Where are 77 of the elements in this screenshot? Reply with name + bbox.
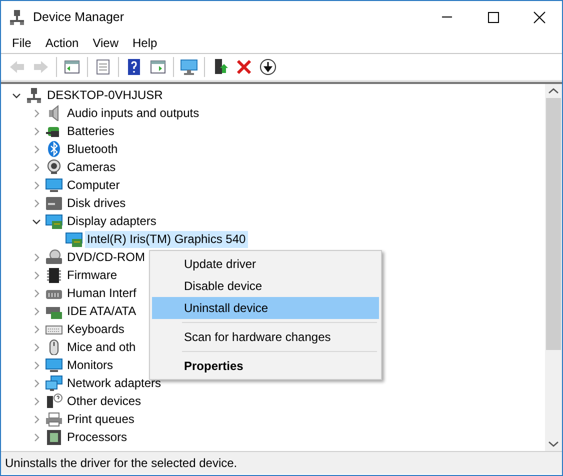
context-menu-item[interactable]: Properties xyxy=(152,355,379,377)
bluetooth-icon xyxy=(45,141,63,157)
computer-tree-icon xyxy=(25,87,43,103)
tree-item[interactable]: Display adapters xyxy=(65,212,158,230)
expand-caret-icon[interactable] xyxy=(32,198,40,208)
menu-item[interactable]: File xyxy=(5,33,38,53)
tree-item[interactable]: DVD/CD-ROM xyxy=(65,248,147,266)
menu-item[interactable]: Help xyxy=(126,33,164,53)
forward-icon xyxy=(32,58,50,76)
collapse-caret-icon[interactable] xyxy=(32,216,40,226)
tree-item[interactable]: Batteries xyxy=(65,122,116,140)
scan-monitor-icon xyxy=(180,58,198,76)
properties-icon xyxy=(94,58,112,76)
disk-drive-icon xyxy=(45,195,63,211)
tree-item[interactable]: Human Interf xyxy=(65,284,138,302)
expand-caret-icon[interactable] xyxy=(32,108,40,118)
computer-tree-icon xyxy=(9,9,25,25)
network-icon xyxy=(45,375,63,391)
tree-item[interactable]: Monitors xyxy=(65,356,116,374)
tree-item[interactable]: Keyboards xyxy=(65,320,126,338)
tree-item[interactable]: Bluetooth xyxy=(65,140,120,158)
expand-caret-icon[interactable] xyxy=(32,270,40,280)
expand-caret-icon[interactable] xyxy=(32,180,40,190)
tree-item[interactable]: Intel(R) Iris(TM) Graphics 540 xyxy=(85,230,248,248)
close-icon xyxy=(532,10,546,24)
expand-caret-icon[interactable] xyxy=(32,288,40,298)
tree-item[interactable]: Cameras xyxy=(65,158,118,176)
expand-caret-icon[interactable] xyxy=(32,324,40,334)
tree-item[interactable]: Network adapters xyxy=(65,374,164,392)
tree-item[interactable]: DESKTOP-0VHJUSR xyxy=(45,86,165,104)
action-pane-icon xyxy=(149,58,167,76)
tree-item[interactable]: Firmware xyxy=(65,266,119,284)
help-icon xyxy=(125,58,143,76)
menu-item[interactable]: Action xyxy=(38,33,86,53)
optical-drive-icon xyxy=(45,249,63,265)
tree-item[interactable]: Print queues xyxy=(65,410,136,428)
expand-caret-icon[interactable] xyxy=(32,432,40,442)
tree-item[interactable]: Computer xyxy=(65,176,122,194)
expand-caret-icon[interactable] xyxy=(32,306,40,316)
unknown-device-icon xyxy=(45,393,63,409)
monitor-icon xyxy=(45,357,63,373)
scrollbar-thumb[interactable] xyxy=(546,98,561,350)
monitor-icon xyxy=(45,177,63,193)
expand-caret-icon[interactable] xyxy=(32,342,40,352)
context-menu-item[interactable]: Disable device xyxy=(152,275,379,297)
tree-item[interactable]: Disk drives xyxy=(65,194,128,212)
printer-icon xyxy=(45,411,63,427)
back-icon xyxy=(8,58,26,76)
expand-caret-icon[interactable] xyxy=(32,162,40,172)
uninstall-icon xyxy=(235,58,253,76)
display-adapter-icon xyxy=(45,213,63,229)
window-title: Device Manager xyxy=(33,8,126,26)
maximize-icon xyxy=(486,10,500,24)
tree-item[interactable]: Other devices xyxy=(65,392,144,410)
expand-caret-icon[interactable] xyxy=(32,144,40,154)
collapse-caret-icon[interactable] xyxy=(12,90,20,100)
expand-caret-icon[interactable] xyxy=(32,252,40,262)
expand-caret-icon[interactable] xyxy=(32,126,40,136)
context-menu-item[interactable]: Scan for hardware changes xyxy=(152,326,379,348)
context-menu-item[interactable]: Uninstall device xyxy=(152,297,379,319)
console-tree-icon xyxy=(63,58,81,76)
context-menu-item[interactable]: Update driver xyxy=(152,253,379,275)
status-bar: Uninstalls the driver for the selected device. xyxy=(1,451,562,474)
expand-caret-icon[interactable] xyxy=(32,360,40,370)
tree-item[interactable]: Mice and oth xyxy=(65,338,138,356)
tree-item[interactable]: IDE ATA/ATA xyxy=(65,302,138,320)
display-adapter-icon xyxy=(65,231,83,247)
tree-item[interactable]: Processors xyxy=(65,428,130,446)
disable-icon xyxy=(259,58,277,76)
chip-icon xyxy=(45,267,63,283)
expand-caret-icon[interactable] xyxy=(32,378,40,388)
processor-icon xyxy=(45,429,63,445)
menu-item[interactable]: View xyxy=(86,33,126,53)
expand-caret-icon[interactable] xyxy=(32,414,40,424)
expand-caret-icon[interactable] xyxy=(32,396,40,406)
webcam-icon xyxy=(45,159,63,175)
tree-item[interactable]: Audio inputs and outputs xyxy=(65,104,202,122)
